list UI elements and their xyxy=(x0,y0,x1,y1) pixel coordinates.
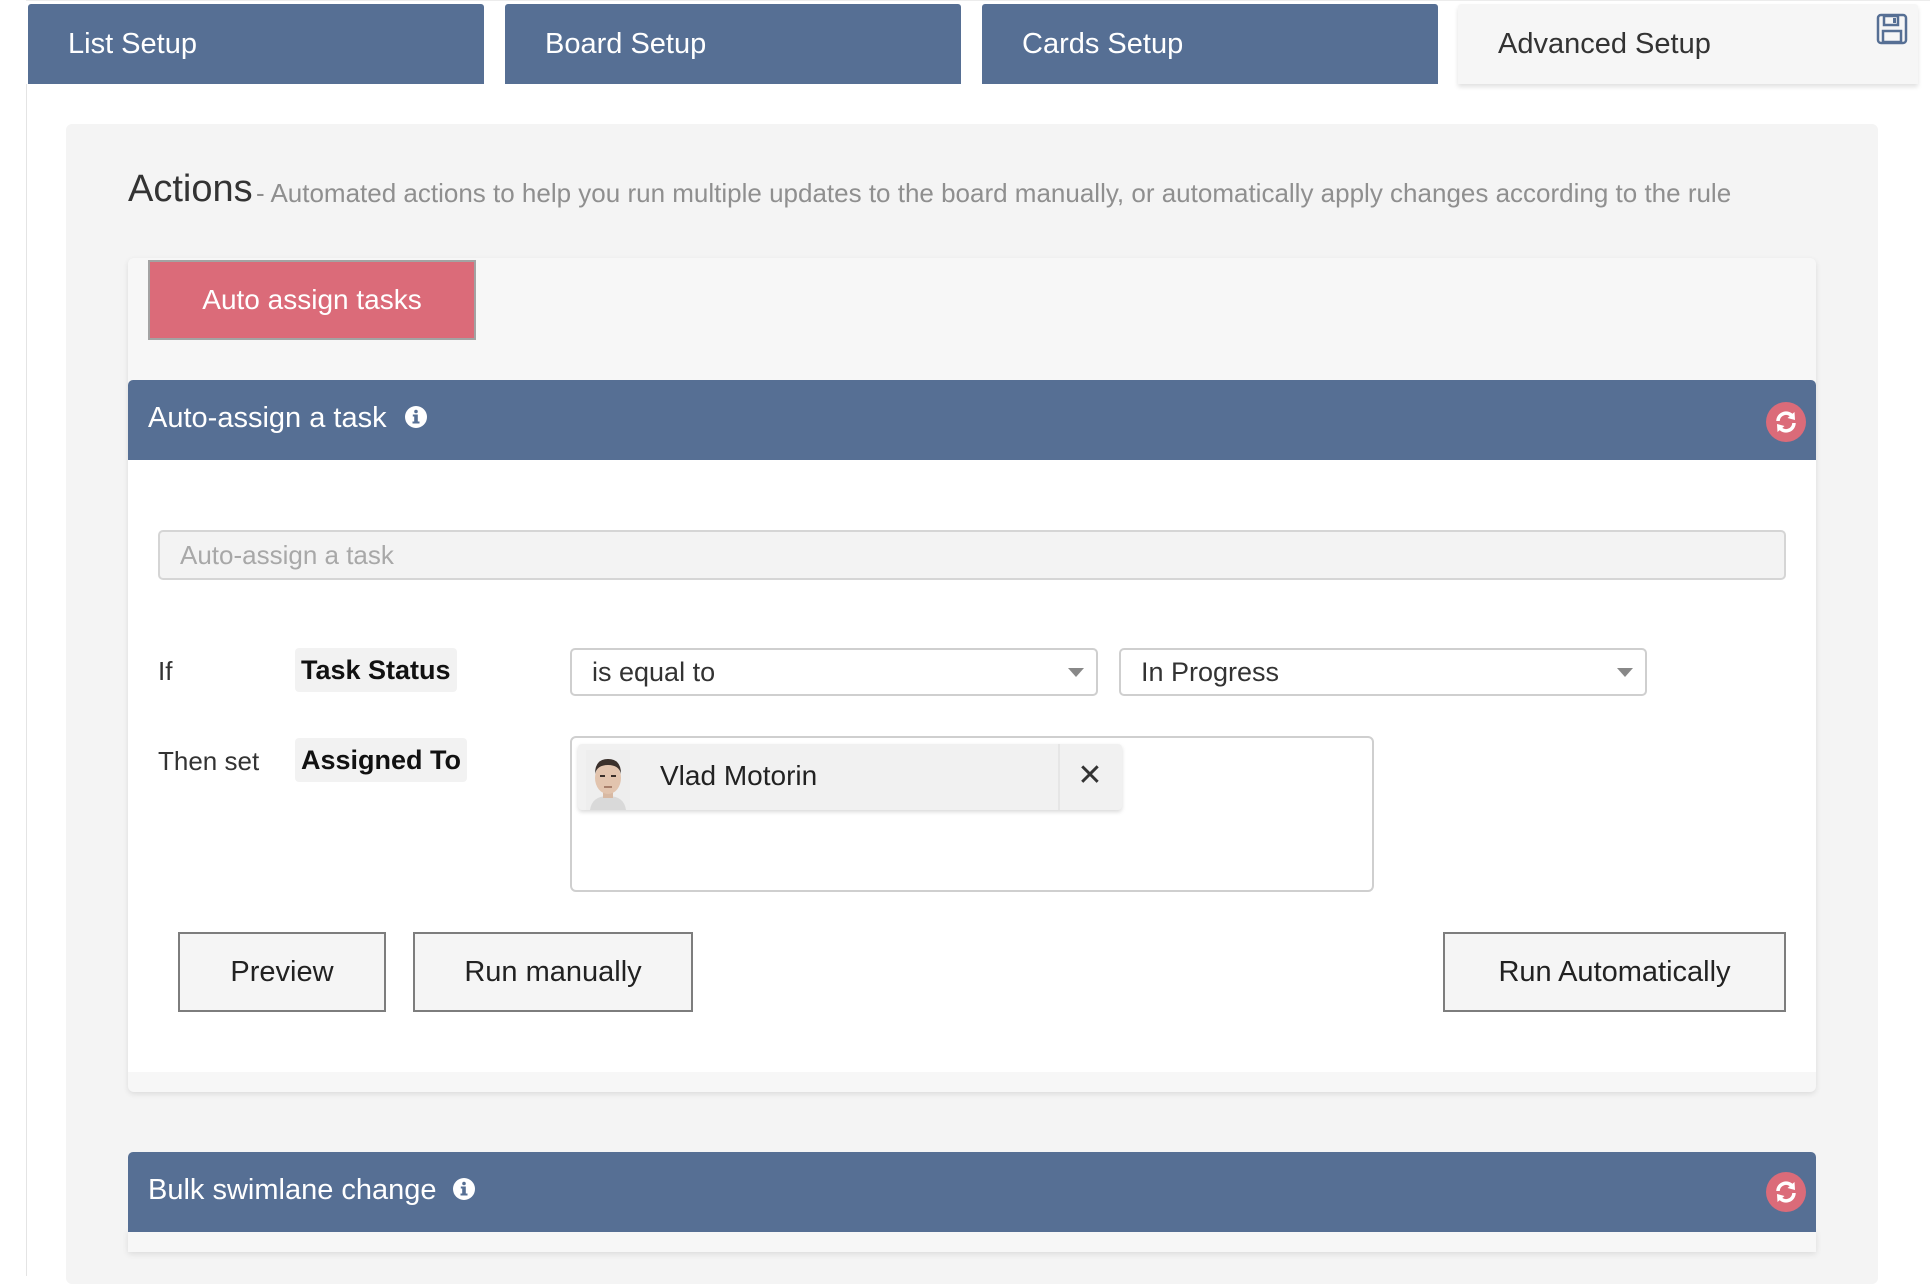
run-automatically-button[interactable]: Run Automatically xyxy=(1443,932,1786,1012)
avatar xyxy=(586,750,630,810)
tab-list-setup[interactable]: List Setup xyxy=(28,4,484,84)
page-left-border xyxy=(26,84,27,1276)
tab-advanced-setup[interactable]: Advanced Setup xyxy=(1458,4,1918,84)
target-field: Assigned To xyxy=(295,738,468,782)
tab-label: List Setup xyxy=(68,27,197,60)
refresh-icon[interactable] xyxy=(1766,402,1806,442)
if-label: If xyxy=(158,656,173,686)
second-rule-header: Bulk swimlane change xyxy=(128,1152,1816,1232)
auto-assign-tasks-button[interactable]: Auto assign tasks xyxy=(148,260,476,340)
refresh-icon[interactable] xyxy=(1766,1172,1806,1212)
tab-label: Cards Setup xyxy=(1022,27,1184,60)
save-icon[interactable] xyxy=(1876,13,1908,45)
condition-field: Task Status xyxy=(295,648,457,692)
operator-value: is equal to xyxy=(592,656,716,687)
page-top-border xyxy=(26,0,1930,1)
tab-board-setup[interactable]: Board Setup xyxy=(505,4,961,84)
second-rule-card xyxy=(128,1230,1816,1252)
rule-header: Auto-assign a task xyxy=(128,380,1816,460)
rule-header-title: Auto-assign a task xyxy=(148,402,387,434)
operator-select[interactable]: is equal to xyxy=(570,648,1098,696)
tab-label: Advanced Setup xyxy=(1498,27,1711,60)
actions-title: Actions xyxy=(128,168,253,210)
rule-name-input[interactable] xyxy=(158,530,1786,580)
chevron-down-icon xyxy=(1068,668,1084,677)
second-rule-header-title: Bulk swimlane change xyxy=(148,1174,437,1206)
info-icon[interactable] xyxy=(404,405,428,429)
value-selected: In Progress xyxy=(1141,656,1280,687)
then-label: Then set xyxy=(158,746,260,776)
info-icon[interactable] xyxy=(452,1177,476,1201)
actions-description: - Automated actions to help you run mult… xyxy=(256,178,1732,208)
remove-assignee-icon[interactable]: ✕ xyxy=(1074,758,1106,794)
tab-label: Board Setup xyxy=(545,27,707,60)
chevron-down-icon xyxy=(1617,668,1633,677)
tab-cards-setup[interactable]: Cards Setup xyxy=(982,4,1438,84)
assignee-name: Vlad Motorin xyxy=(660,760,818,791)
run-manually-button[interactable]: Run manually xyxy=(413,932,693,1012)
value-select[interactable]: In Progress xyxy=(1119,648,1647,696)
chip-divider xyxy=(1058,744,1060,810)
preview-button[interactable]: Preview xyxy=(178,932,386,1012)
